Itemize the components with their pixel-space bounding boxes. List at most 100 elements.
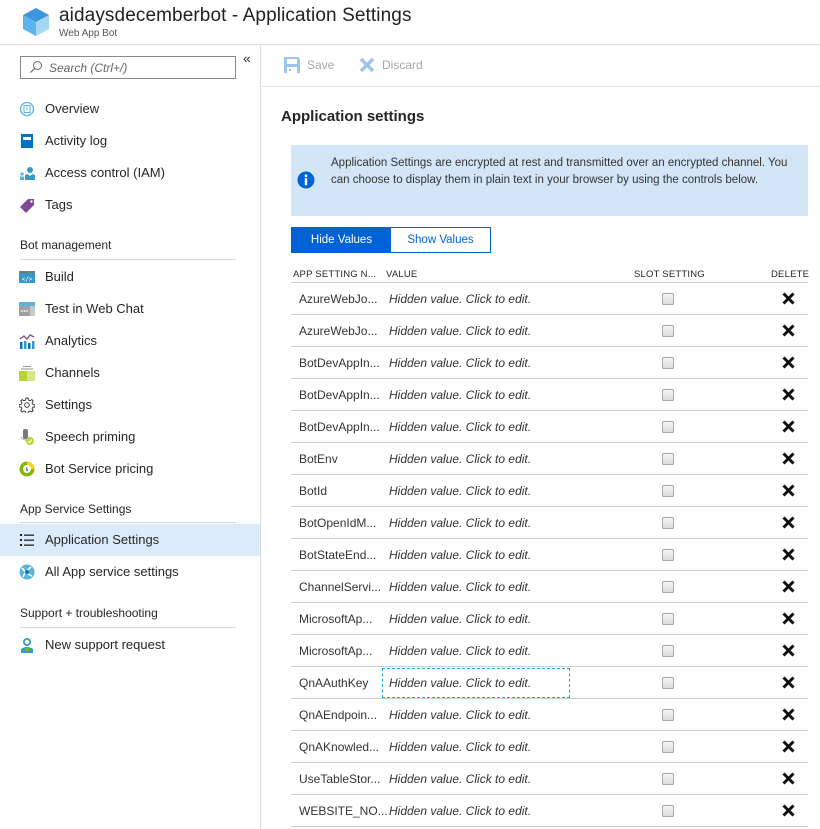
delete-icon[interactable] <box>782 324 795 337</box>
delete-icon[interactable] <box>782 484 795 497</box>
delete-icon[interactable] <box>782 772 795 785</box>
sidebar-item-speech-priming[interactable]: Speech priming <box>0 421 260 453</box>
setting-value[interactable]: Hidden value. Click to edit. <box>382 668 570 698</box>
setting-value[interactable]: Hidden value. Click to edit. <box>382 444 570 474</box>
delete-icon[interactable] <box>782 644 795 657</box>
delete-icon[interactable] <box>782 708 795 721</box>
delete-icon[interactable] <box>782 676 795 689</box>
setting-name[interactable]: UseTableStor... <box>299 772 380 786</box>
slot-setting-checkbox[interactable] <box>662 613 674 625</box>
setting-name[interactable]: BotDevAppIn... <box>299 356 380 370</box>
setting-value[interactable]: Hidden value. Click to edit. <box>382 412 570 442</box>
sidebar-item-label: Speech priming <box>45 429 136 444</box>
setting-value[interactable]: Hidden value. Click to edit. <box>382 380 570 410</box>
setting-value[interactable]: Hidden value. Click to edit. <box>382 604 570 634</box>
setting-value[interactable]: Hidden value. Click to edit. <box>382 572 570 602</box>
delete-icon[interactable] <box>782 356 795 369</box>
setting-value[interactable]: Hidden value. Click to edit. <box>382 316 570 346</box>
slot-setting-checkbox[interactable] <box>662 453 674 465</box>
section-divider <box>20 627 236 628</box>
show-values-button[interactable]: Show Values <box>391 228 490 252</box>
setting-name[interactable]: ChannelServi... <box>299 580 381 594</box>
slot-setting-checkbox[interactable] <box>662 421 674 433</box>
setting-value[interactable]: Hidden value. Click to edit. <box>382 540 570 570</box>
setting-value[interactable]: Hidden value. Click to edit. <box>382 284 570 314</box>
discard-button[interactable]: Discard <box>359 57 423 73</box>
setting-name[interactable]: MicrosoftAp... <box>299 612 372 626</box>
setting-name[interactable]: QnAAuthKey <box>299 676 368 690</box>
slot-setting-checkbox[interactable] <box>662 805 674 817</box>
delete-icon[interactable] <box>782 804 795 817</box>
search-box[interactable] <box>20 56 236 79</box>
slot-setting-checkbox[interactable] <box>662 389 674 401</box>
column-header-slot-setting[interactable]: SLOT SETTING <box>634 269 705 280</box>
sidebar-item-test-in-web-chat[interactable]: Test in Web Chat <box>0 293 260 325</box>
code-icon: </> <box>19 271 35 283</box>
delete-icon[interactable] <box>782 548 795 561</box>
sidebar-item-bot-service-pricing[interactable]: $ Bot Service pricing <box>0 453 260 485</box>
sidebar-item-analytics[interactable]: Analytics <box>0 325 260 357</box>
slot-setting-checkbox[interactable] <box>662 293 674 305</box>
sidebar-item-application-settings[interactable]: Application Settings <box>0 524 260 556</box>
delete-icon[interactable] <box>782 580 795 593</box>
setting-value[interactable]: Hidden value. Click to edit. <box>382 476 570 506</box>
table-row: QnAKnowled... Hidden value. Click to edi… <box>291 731 808 763</box>
sidebar-item-overview[interactable]: Overview <box>0 93 260 125</box>
slot-setting-checkbox[interactable] <box>662 773 674 785</box>
delete-icon[interactable] <box>782 612 795 625</box>
sidebar-item-tags[interactable]: Tags <box>0 189 260 221</box>
setting-name[interactable]: BotDevAppIn... <box>299 388 380 402</box>
delete-icon[interactable] <box>782 516 795 529</box>
app-service-icon <box>19 564 35 580</box>
setting-name[interactable]: BotOpenIdM... <box>299 516 376 530</box>
slot-setting-checkbox[interactable] <box>662 645 674 657</box>
setting-name[interactable]: BotStateEnd... <box>299 548 376 562</box>
setting-name[interactable]: AzureWebJo... <box>299 292 377 306</box>
delete-icon[interactable] <box>782 740 795 753</box>
hide-values-button[interactable]: Hide Values <box>292 228 391 252</box>
column-header-delete[interactable]: DELETE <box>771 269 809 280</box>
setting-value[interactable]: Hidden value. Click to edit. <box>382 732 570 762</box>
collapse-sidebar-button[interactable]: « <box>243 50 251 66</box>
info-text: Application Settings are encrypted at re… <box>331 157 788 186</box>
column-header-value[interactable]: VALUE <box>386 269 417 280</box>
sidebar-item-all-app-service-settings[interactable]: All App service settings <box>0 556 260 588</box>
setting-value[interactable]: Hidden value. Click to edit. <box>382 636 570 666</box>
slot-setting-checkbox[interactable] <box>662 517 674 529</box>
slot-setting-checkbox[interactable] <box>662 709 674 721</box>
delete-icon[interactable] <box>782 420 795 433</box>
setting-value[interactable]: Hidden value. Click to edit. <box>382 700 570 730</box>
delete-icon[interactable] <box>782 452 795 465</box>
setting-name[interactable]: WEBSITE_NO... <box>299 804 388 818</box>
slot-setting-checkbox[interactable] <box>662 485 674 497</box>
setting-name[interactable]: MicrosoftAp... <box>299 644 372 658</box>
column-header-name[interactable]: APP SETTING N... <box>293 269 376 280</box>
setting-value[interactable]: Hidden value. Click to edit. <box>382 764 570 794</box>
setting-name[interactable]: BotEnv <box>299 452 338 466</box>
setting-name[interactable]: AzureWebJo... <box>299 324 377 338</box>
setting-name[interactable]: BotId <box>299 484 327 498</box>
search-input[interactable] <box>49 59 229 76</box>
sidebar-item-build[interactable]: </> Build <box>0 261 260 293</box>
setting-name[interactable]: QnAEndpoin... <box>299 708 377 722</box>
slot-setting-checkbox[interactable] <box>662 741 674 753</box>
table-row: BotDevAppIn... Hidden value. Click to ed… <box>291 379 808 411</box>
slot-setting-checkbox[interactable] <box>662 581 674 593</box>
slot-setting-checkbox[interactable] <box>662 677 674 689</box>
setting-value[interactable]: Hidden value. Click to edit. <box>382 796 570 826</box>
save-button[interactable]: Save <box>284 57 334 73</box>
slot-setting-checkbox[interactable] <box>662 357 674 369</box>
slot-setting-checkbox[interactable] <box>662 549 674 561</box>
setting-name[interactable]: QnAKnowled... <box>299 740 379 754</box>
delete-icon[interactable] <box>782 388 795 401</box>
setting-name[interactable]: BotDevAppIn... <box>299 420 380 434</box>
setting-value[interactable]: Hidden value. Click to edit. <box>382 508 570 538</box>
delete-icon[interactable] <box>782 292 795 305</box>
sidebar-item-channels[interactable]: Channels <box>0 357 260 389</box>
setting-value[interactable]: Hidden value. Click to edit. <box>382 348 570 378</box>
slot-setting-checkbox[interactable] <box>662 325 674 337</box>
sidebar-item-settings[interactable]: Settings <box>0 389 260 421</box>
sidebar-item-activity-log[interactable]: Activity log <box>0 125 260 157</box>
sidebar-item-new-support-request[interactable]: New support request <box>0 629 260 661</box>
sidebar-item-access-control[interactable]: Access control (IAM) <box>0 157 260 189</box>
